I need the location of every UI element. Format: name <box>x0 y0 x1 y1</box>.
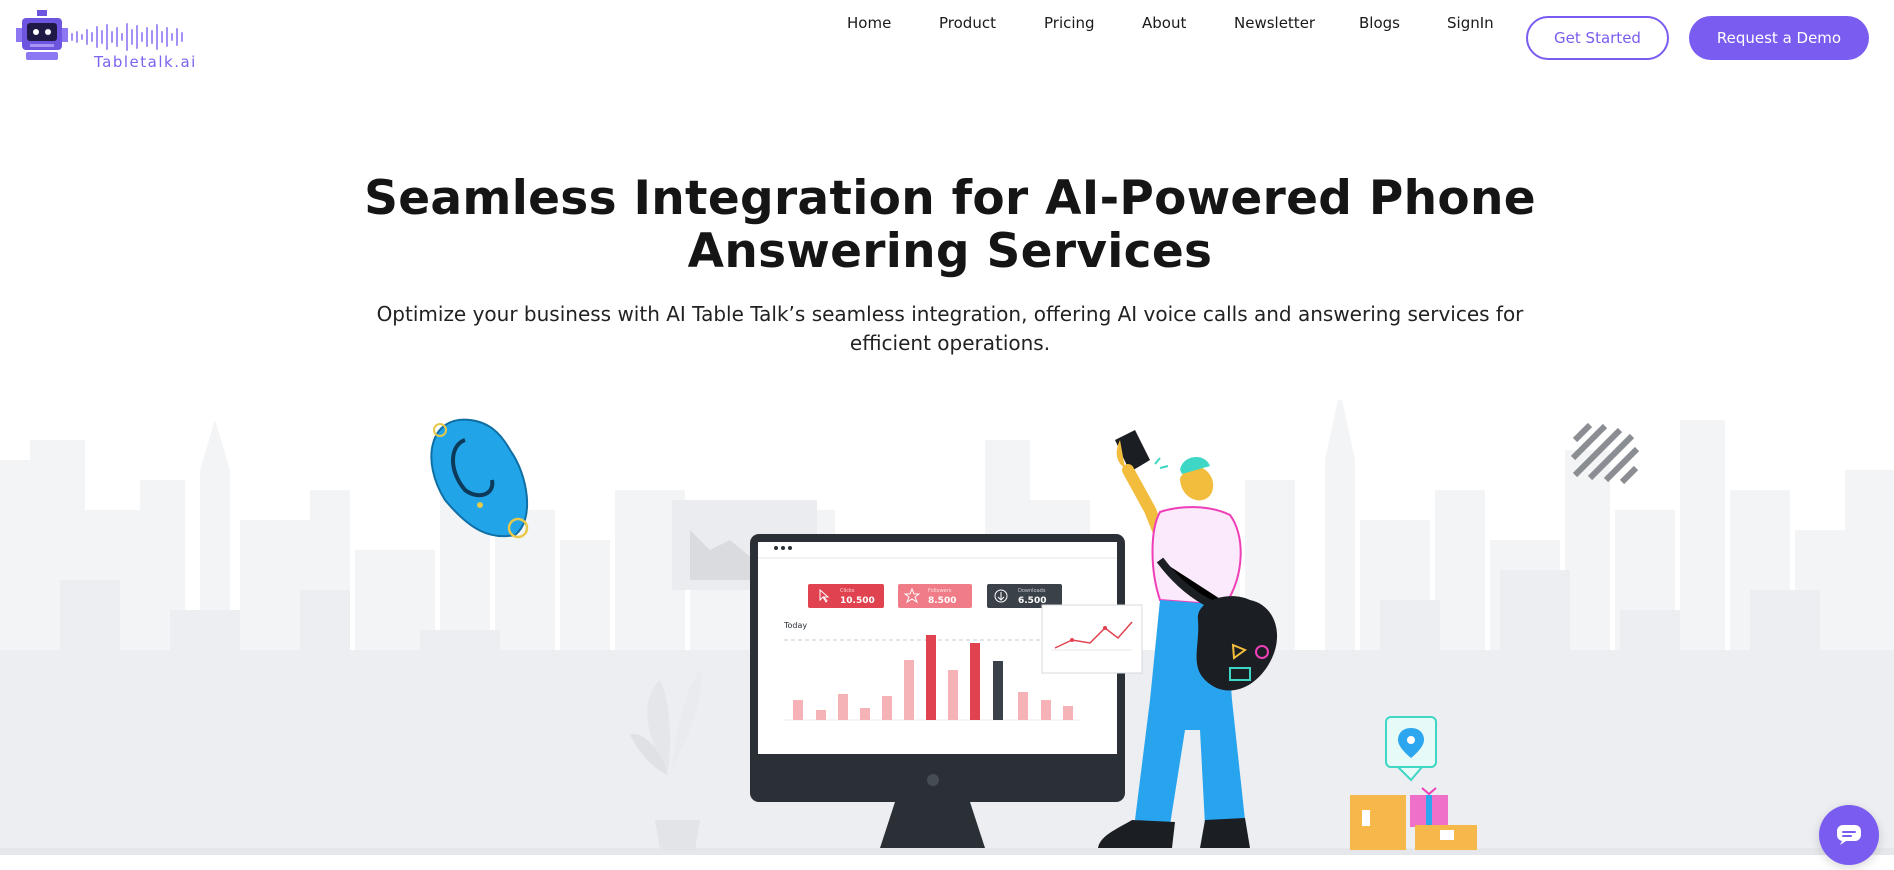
chart-today-label: Today <box>783 621 807 630</box>
stat-card-followers: Followers 8.500 <box>898 584 972 608</box>
monitor-illustration <box>750 534 1125 848</box>
stat-clicks-label: Clicks <box>840 588 855 594</box>
stat-downloads-label: Downloads <box>1018 588 1046 594</box>
stripes-decoration-icon <box>1570 422 1640 485</box>
site-header: Tabletalk.ai Home Product Pricing About … <box>0 0 1894 80</box>
hero-subtitle: Optimize your business with AI Table Tal… <box>360 300 1540 358</box>
brand-name: Tabletalk.ai <box>94 53 197 71</box>
nav-pricing[interactable]: Pricing <box>1044 14 1095 32</box>
hero-subtitle-line-2: efficient operations. <box>849 331 1051 355</box>
hero-title: Seamless Integration for AI-Powered Phon… <box>360 172 1540 278</box>
hero-illustration: Clicks 10.500 Followers 8.500 Downloads … <box>430 418 1640 850</box>
nav-blogs[interactable]: Blogs <box>1359 14 1400 32</box>
get-started-button[interactable]: Get Started <box>1526 16 1669 60</box>
chat-bubble-icon <box>1837 825 1861 845</box>
robot-logo-icon <box>16 10 68 60</box>
chat-widget-button[interactable] <box>1819 805 1879 865</box>
request-demo-button[interactable]: Request a Demo <box>1689 16 1869 60</box>
delivery-boxes-icon <box>1350 787 1477 850</box>
nav-about[interactable]: About <box>1142 14 1186 32</box>
hero-title-line-2: Answering Services <box>687 224 1213 279</box>
hero-title-line-1: Seamless Integration for AI-Powered Phon… <box>364 171 1536 226</box>
nav-newsletter[interactable]: Newsletter <box>1234 14 1315 32</box>
hero-subtitle-line-1: Optimize your business with AI Table Tal… <box>376 302 1524 326</box>
stat-clicks-value: 10.500 <box>840 596 875 606</box>
nav-signin[interactable]: SignIn <box>1447 14 1494 32</box>
line-chart-card <box>1041 604 1143 674</box>
stat-followers-label: Followers <box>928 588 952 594</box>
stat-card-downloads: Downloads 6.500 <box>987 584 1062 608</box>
brand-logo[interactable]: Tabletalk.ai <box>14 8 197 74</box>
location-pin-icon <box>1385 716 1437 782</box>
plant-pot-icon <box>630 670 701 850</box>
nav-product[interactable]: Product <box>939 14 996 32</box>
ear-icon <box>430 418 529 539</box>
stat-followers-value: 8.500 <box>928 596 956 606</box>
soundwave-icon <box>71 23 183 51</box>
nav-home[interactable]: Home <box>847 14 891 32</box>
stat-card-clicks: Clicks 10.500 <box>808 584 884 608</box>
